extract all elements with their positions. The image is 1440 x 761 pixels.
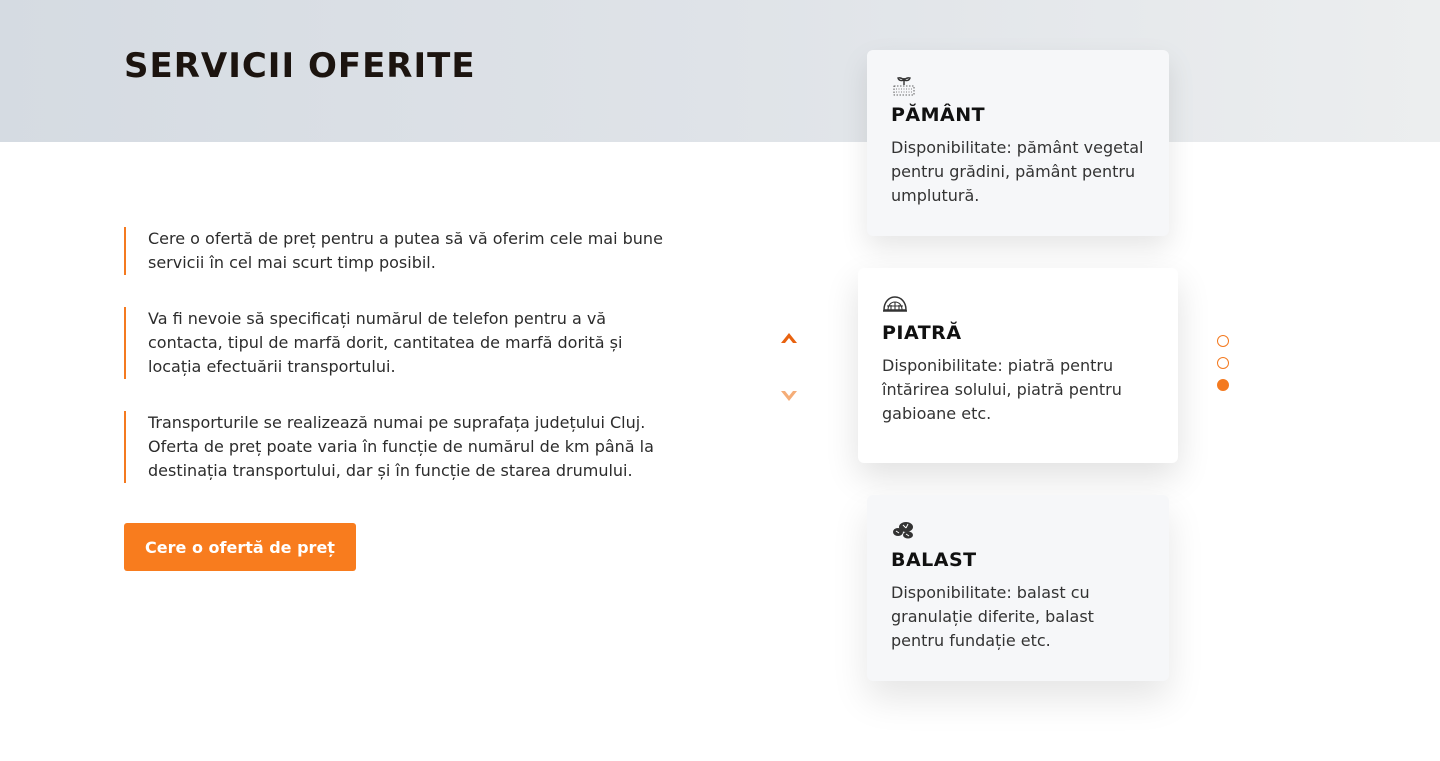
card-description: Disponibilitate: balast cu granulație di…	[891, 583, 1094, 650]
card-title: PĂMÂNT	[891, 104, 986, 126]
chevron-up-icon	[781, 333, 797, 343]
card-description: Disponibilitate: pământ vegetal pentru g…	[891, 138, 1144, 205]
carousel-prev-button[interactable]	[776, 326, 802, 348]
carousel-pagination	[1217, 335, 1231, 401]
carousel-dot-2[interactable]	[1217, 357, 1229, 369]
page-title: SERVICII OFERITE	[124, 46, 476, 86]
service-card-balast: BALAST Disponibilitate: balast cu granul…	[867, 495, 1169, 681]
card-description: Disponibilitate: piatră pentru întărirea…	[882, 356, 1122, 423]
carousel-dot-1[interactable]	[1217, 335, 1229, 347]
card-title: PIATRĂ	[882, 322, 962, 344]
stone-pile-icon	[883, 296, 907, 312]
gravel-icon	[893, 522, 913, 539]
card-title: BALAST	[891, 549, 977, 571]
chevron-down-icon	[781, 391, 797, 401]
info-paragraph: Va fi nevoie să specificați numărul de t…	[124, 307, 664, 379]
info-paragraph: Transporturile se realizează numai pe su…	[124, 411, 664, 483]
carousel-next-button[interactable]	[776, 386, 802, 408]
request-quote-button[interactable]: Cere o ofertă de preț	[124, 523, 356, 571]
info-paragraph: Cere o ofertă de preț pentru a putea să …	[124, 227, 664, 275]
soil-plant-icon	[893, 77, 915, 96]
service-card-pamant: PĂMÂNT Disponibilitate: pământ vegetal p…	[867, 50, 1169, 236]
carousel-dot-3[interactable]	[1217, 379, 1229, 391]
service-card-piatra: PIATRĂ Disponibilitate: piatră pentru în…	[858, 268, 1178, 463]
